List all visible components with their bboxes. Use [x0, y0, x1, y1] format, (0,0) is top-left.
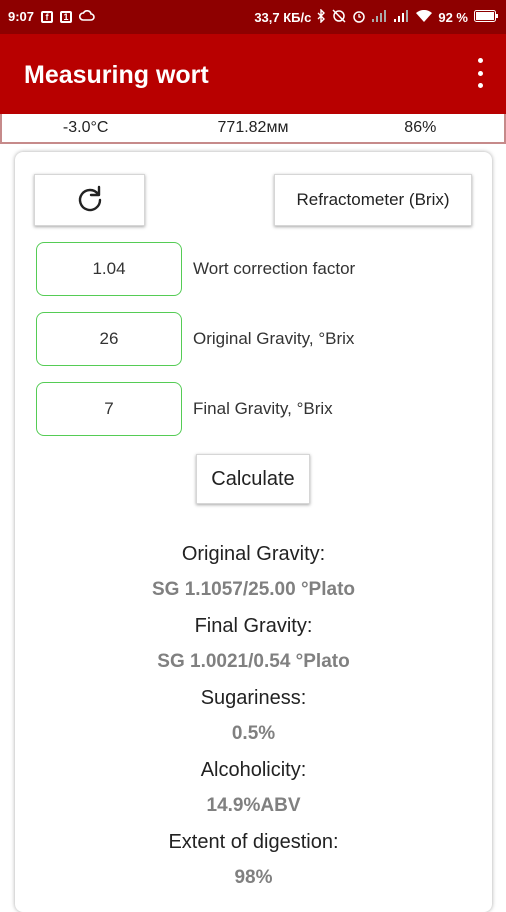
- pressure-value: 771.82мм: [217, 119, 289, 136]
- battery-percent: 92 %: [438, 10, 468, 25]
- wort-correction-input[interactable]: 1.04: [36, 242, 182, 296]
- original-gravity-label: Original Gravity, °Brix: [193, 329, 355, 348]
- result-sugariness-label: Sugariness:: [200, 687, 307, 709]
- battery-icon: [474, 10, 498, 25]
- refresh-icon: [75, 183, 105, 218]
- result-original-gravity-value: SG 1.1057/25.00 °Plato: [152, 579, 355, 600]
- result-original-gravity-label: Original Gravity:: [181, 543, 326, 565]
- facebook-icon: f: [41, 10, 54, 23]
- result-final-gravity-value: SG 1.0021/0.54 °Plato: [157, 651, 350, 672]
- weather-info-bar: -3.0°C 771.82мм 86%: [0, 114, 506, 144]
- alarm-icon: [352, 9, 366, 26]
- calculate-label: Calculate: [211, 467, 295, 490]
- wifi-icon: [416, 9, 433, 25]
- network-speed: 33,7 КБ/с: [254, 10, 312, 25]
- result-digestion-label: Extent of digestion:: [168, 831, 339, 853]
- signal-icon-1: [372, 10, 388, 25]
- notification-icon: 1: [60, 10, 73, 23]
- status-bar: 9:07 f 1 33,7 КБ/с 92 %: [0, 0, 506, 34]
- results-list: Original Gravity: SG 1.1057/25.00 °Plato…: [15, 540, 492, 900]
- result-alcoholicity-value: 14.9%ABV: [206, 795, 301, 816]
- original-gravity-value: 26: [99, 329, 119, 348]
- refractometer-mode-label: Refractometer (Brix): [296, 190, 450, 209]
- original-gravity-input[interactable]: 26: [36, 312, 182, 366]
- temperature-value: -3.0°C: [62, 119, 109, 136]
- status-time: 9:07: [8, 9, 35, 24]
- refresh-button[interactable]: [34, 174, 145, 226]
- calculator-card: Refractometer (Brix) 1.04 Wort correctio…: [15, 152, 492, 912]
- signal-icon-2: [394, 10, 410, 25]
- bluetooth-icon: [317, 8, 326, 26]
- result-sugariness-value: 0.5%: [231, 723, 276, 744]
- wort-correction-label: Wort correction factor: [193, 259, 356, 278]
- calculate-button[interactable]: Calculate: [196, 454, 310, 504]
- result-final-gravity-label: Final Gravity:: [194, 615, 313, 637]
- result-digestion-value: 98%: [234, 867, 273, 888]
- wort-correction-value: 1.04: [92, 259, 126, 278]
- alarm-off-icon: [332, 9, 346, 26]
- overflow-menu-icon[interactable]: [474, 58, 486, 88]
- result-alcoholicity-label: Alcoholicity:: [200, 759, 307, 781]
- final-gravity-label: Final Gravity, °Brix: [193, 399, 333, 418]
- cloud-icon: [78, 9, 95, 24]
- app-bar: Measuring wort: [0, 34, 506, 114]
- refractometer-mode-button[interactable]: Refractometer (Brix): [274, 174, 472, 226]
- page-title: Measuring wort: [24, 61, 209, 89]
- final-gravity-input[interactable]: 7: [36, 382, 182, 436]
- humidity-value: 86%: [404, 119, 437, 136]
- final-gravity-value: 7: [104, 399, 114, 418]
